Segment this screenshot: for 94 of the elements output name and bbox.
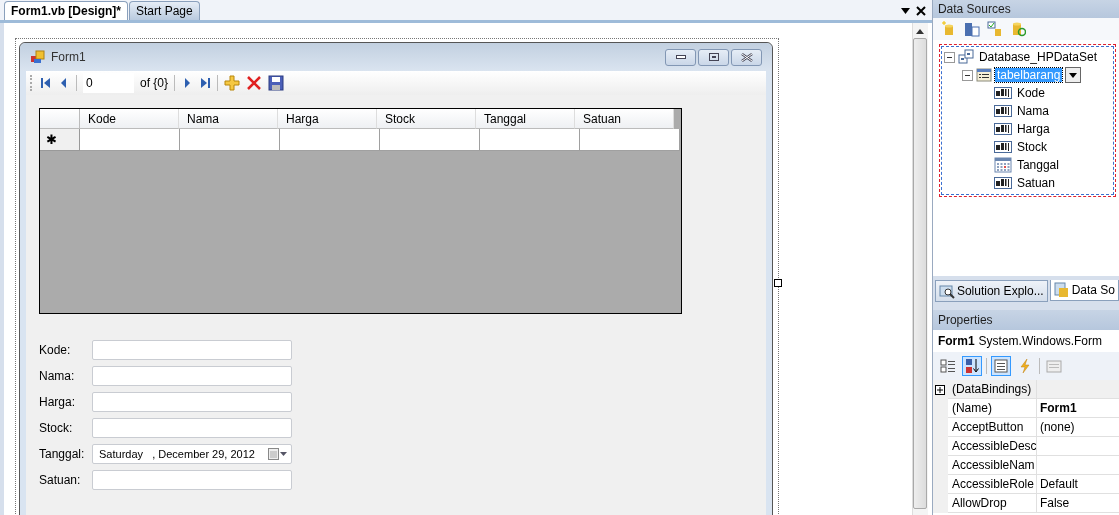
- tree-item[interactable]: Database_HPDataSet: [976, 50, 1099, 64]
- column-header[interactable]: Tanggal: [476, 109, 575, 129]
- field-label: Satuan:: [39, 473, 82, 487]
- scroll-up-icon[interactable]: [916, 29, 925, 34]
- table-icon: [975, 67, 992, 83]
- toolbar-button[interactable]: [990, 356, 1011, 376]
- table-cell[interactable]: [280, 129, 380, 151]
- field-label: Kode:: [39, 343, 72, 357]
- field-label: Nama:: [39, 369, 76, 383]
- close-button[interactable]: [731, 48, 762, 66]
- column-header[interactable]: Satuan: [575, 109, 674, 129]
- column-header[interactable]: Harga: [278, 109, 377, 129]
- minimize-button[interactable]: [665, 48, 696, 66]
- toolbar-button[interactable]: [937, 356, 958, 376]
- column-header[interactable]: Stock: [377, 109, 476, 129]
- toolbar-button[interactable]: [961, 356, 982, 376]
- tree-item[interactable]: Tanggal: [1014, 158, 1061, 172]
- field-label: Stock:: [39, 421, 74, 435]
- input-field[interactable]: [92, 392, 292, 412]
- schema-icon[interactable]: [963, 21, 980, 37]
- grid-corner-header: [40, 109, 80, 129]
- position-field[interactable]: 0: [83, 73, 134, 93]
- property-pages-icon: [1045, 358, 1062, 374]
- new-row-marker: ✱: [40, 129, 80, 151]
- tree-item[interactable]: Nama: [1014, 104, 1051, 118]
- panel-tab[interactable]: Solution Explo...: [934, 280, 1048, 302]
- property-name[interactable]: (Name): [947, 399, 1037, 418]
- save-icon[interactable]: [268, 75, 285, 91]
- sort-icon: [963, 358, 980, 374]
- dataset-icon: [957, 49, 974, 65]
- delete-icon[interactable]: [246, 75, 263, 91]
- collapse-toggle[interactable]: [961, 69, 973, 81]
- property-name[interactable]: AcceptButton: [947, 418, 1037, 437]
- calendar-icon: [993, 157, 1012, 173]
- tree-item[interactable]: Kode: [1014, 86, 1047, 100]
- table-cell[interactable]: [380, 129, 480, 151]
- record-count: of {0}: [140, 76, 169, 90]
- minimize-icon: [675, 55, 686, 59]
- property-name[interactable]: AccessibleNam: [947, 456, 1037, 475]
- property-name[interactable]: AllowDrop: [947, 494, 1037, 513]
- input-field[interactable]: [92, 366, 292, 386]
- textbox-icon: [993, 103, 1012, 119]
- close-icon: [740, 52, 753, 62]
- table-cell[interactable]: [480, 129, 580, 151]
- tree-item[interactable]: Satuan: [1014, 176, 1057, 190]
- textbox-icon: [993, 85, 1012, 101]
- textbox-icon: [993, 175, 1012, 191]
- object-type: System.Windows.Form: [978, 334, 1102, 348]
- tree-item[interactable]: Stock: [1014, 140, 1049, 154]
- row-gutter: [932, 494, 948, 513]
- move-first-icon[interactable]: [40, 77, 52, 89]
- field-label: Harga:: [39, 395, 77, 409]
- caret-icon: [1069, 72, 1078, 78]
- textbox-icon: [993, 121, 1012, 137]
- resize-handle[interactable]: [774, 279, 782, 287]
- panel-title: Properties: [932, 310, 1119, 330]
- property-name[interactable]: AccessibleRole: [947, 475, 1037, 494]
- input-field[interactable]: [92, 418, 292, 438]
- add-icon[interactable]: [224, 75, 241, 91]
- expand-icon: [935, 384, 946, 395]
- edit-dataset-icon[interactable]: [986, 21, 1003, 37]
- collapse-toggle[interactable]: [943, 51, 955, 63]
- column-header[interactable]: Kode: [80, 109, 179, 129]
- maximize-icon: [708, 53, 719, 61]
- calendar-dropdown-icon[interactable]: [268, 448, 288, 460]
- dropdown-icon[interactable]: [900, 8, 910, 14]
- maximize-button[interactable]: [698, 48, 729, 66]
- property-name[interactable]: (DataBindings): [947, 380, 1037, 399]
- move-last-icon[interactable]: [199, 77, 212, 89]
- dropdown-button[interactable]: [1065, 67, 1082, 83]
- form-title: Form1: [51, 50, 86, 64]
- property-name[interactable]: AccessibleDesc: [947, 437, 1037, 456]
- document-tab[interactable]: Start Page: [129, 1, 200, 20]
- table-cell[interactable]: [80, 129, 180, 151]
- close-icon[interactable]: [915, 6, 926, 16]
- textbox-icon: [993, 139, 1012, 155]
- categorized-icon: [939, 358, 956, 374]
- panel-tab[interactable]: Data So: [1049, 280, 1119, 301]
- property-list-icon: [992, 358, 1009, 374]
- tree-item[interactable]: Harga: [1014, 122, 1052, 136]
- table-cell[interactable]: [580, 129, 680, 151]
- scrollbar[interactable]: [911, 23, 928, 515]
- column-header[interactable]: Nama: [179, 109, 278, 129]
- date-picker[interactable]: Saturday , December 29, 2012: [92, 444, 292, 464]
- magnifier-icon: [938, 283, 955, 299]
- document-tab[interactable]: Form1.vb [Design]*: [4, 1, 128, 20]
- form-icon: [30, 49, 46, 65]
- object-name: Form1: [937, 334, 975, 348]
- input-field[interactable]: [92, 470, 292, 490]
- table-cell[interactable]: [180, 129, 280, 151]
- input-field[interactable]: [92, 340, 292, 360]
- panel-title: Data Sources: [932, 0, 1119, 18]
- field-label: Tanggal:: [39, 447, 86, 461]
- database-icon: [1053, 282, 1070, 298]
